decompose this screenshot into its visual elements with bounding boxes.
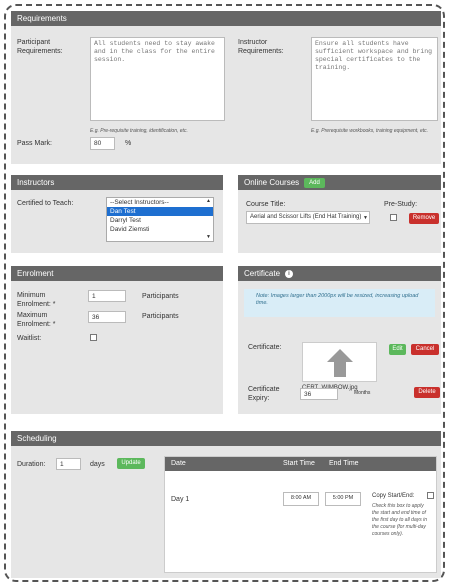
enrolment-title: Enrolment (17, 269, 54, 278)
certificate-info-alert: Note: Images larger than 2000px will be … (244, 289, 435, 317)
pre-study-label: Pre-Study: (384, 201, 418, 208)
instructor-requirements-hint: E.g. Prerequisite workbooks, training eq… (311, 128, 429, 134)
participant-requirements-input[interactable]: All students need to stay awake and in t… (90, 37, 225, 121)
instructor-requirements-input[interactable]: Ensure all students have sufficient work… (311, 37, 438, 121)
certificate-title: Certificate (244, 269, 281, 278)
requirements-header: Requirements (11, 11, 441, 26)
start-time-input[interactable]: 8:00 AM (283, 492, 319, 506)
copy-start-end-checkbox[interactable] (427, 492, 434, 499)
instructor-option[interactable]: --Select Instructors-- (107, 198, 213, 207)
update-duration-button[interactable]: Update (117, 458, 145, 469)
enrolment-header: Enrolment (11, 266, 223, 281)
instructor-option-selected[interactable]: Dan Test (107, 207, 213, 216)
duration-input[interactable]: 1 (56, 458, 81, 470)
column-end-time: End Time (329, 460, 359, 467)
participant-requirements-hint: E.g. Pre-requisite training, identificat… (90, 128, 188, 134)
instructor-option[interactable]: Darryl Test (107, 216, 213, 225)
pre-study-checkbox[interactable] (390, 214, 397, 221)
course-title-value: Aerial and Scissor Lifts (End Hat Traini… (250, 214, 362, 220)
certificate-panel: Certificate i Note: Images larger than 2… (238, 266, 441, 414)
waitlist-label: Waitlist: (17, 335, 42, 342)
scheduling-panel: Scheduling Duration: 1 days Update Date … (11, 431, 441, 578)
listbox-scroll-up-icon[interactable]: ▲ (206, 197, 211, 206)
remove-course-button[interactable]: Remove (409, 213, 439, 224)
instructor-requirements-label: Instructor Requirements: (238, 39, 284, 55)
certificate-image-preview (302, 342, 377, 382)
edit-certificate-button[interactable]: Edit (389, 344, 406, 355)
certificate-expiry-unit: Months (354, 390, 371, 396)
maximum-enrolment-unit: Participants (142, 313, 179, 320)
schedule-table-header: Date Start Time End Time (165, 457, 436, 471)
certificate-header: Certificate i (238, 266, 441, 281)
certificate-label: Certificate: (248, 344, 282, 351)
scheduling-title: Scheduling (17, 434, 57, 443)
instructors-listbox[interactable]: --Select Instructors-- Dan Test Darryl T… (106, 197, 214, 242)
enrolment-panel: Enrolment Minimum Enrolment: * 1 Partici… (11, 266, 223, 414)
duration-label: Duration: (17, 461, 46, 468)
duration-unit: days (90, 461, 105, 468)
course-title-label: Course Title: (246, 201, 286, 208)
info-icon[interactable]: i (285, 269, 294, 278)
online-courses-title: Online Courses (244, 178, 300, 187)
minimum-enrolment-label: Minimum Enrolment: * (17, 292, 56, 308)
chevron-down-icon[interactable]: ▼ (363, 214, 368, 223)
waitlist-checkbox[interactable] (90, 334, 97, 341)
instructors-title: Instructors (17, 178, 55, 187)
requirements-title: Requirements (17, 14, 67, 23)
certified-to-teach-label: Certified to Teach: (17, 200, 74, 207)
maximum-enrolment-label: Maximum Enrolment: * (17, 312, 56, 328)
instructor-option[interactable]: David Ziemsti (107, 225, 213, 234)
online-courses-panel: Online Courses Add Course Title: Aerial … (238, 175, 441, 253)
listbox-scroll-down-icon[interactable]: ▼ (206, 233, 211, 242)
maximum-enrolment-input[interactable]: 36 (88, 311, 126, 323)
requirements-panel: Requirements Participant Requirements: A… (11, 11, 441, 164)
add-course-button[interactable]: Add (304, 177, 325, 188)
cancel-certificate-button[interactable]: Cancel (411, 344, 439, 355)
certificate-expiry-input[interactable]: 36 (300, 388, 338, 400)
scheduling-header: Scheduling (11, 431, 441, 446)
image-placeholder-icon (327, 349, 353, 377)
end-time-input[interactable]: 5:00 PM (325, 492, 361, 506)
delete-certificate-button[interactable]: Delete (414, 387, 440, 398)
certificate-info-text: Note: Images larger than 2000px will be … (256, 293, 419, 306)
column-date: Date (171, 460, 186, 467)
online-courses-header: Online Courses Add (238, 175, 441, 190)
certificate-expiry-label: Certificate Expiry: (248, 386, 280, 402)
course-title-select[interactable]: Aerial and Scissor Lifts (End Hat Traini… (246, 211, 370, 224)
pass-mark-label: Pass Mark: (17, 140, 53, 147)
minimum-enrolment-input[interactable]: 1 (88, 290, 126, 302)
instructors-header: Instructors (11, 175, 223, 190)
copy-start-end-help: Check this box to apply the start and en… (372, 503, 428, 537)
instructors-panel: Instructors Certified to Teach: --Select… (11, 175, 223, 253)
copy-start-end-label: Copy Start/End: (372, 493, 415, 499)
pass-mark-input[interactable]: 80 (90, 137, 115, 150)
participant-requirements-label: Participant Requirements: (17, 39, 63, 55)
pass-mark-unit: % (125, 140, 132, 147)
schedule-table: Date Start Time End Time Day 1 8:00 AM 5… (164, 456, 437, 573)
schedule-row-day: Day 1 (171, 496, 190, 503)
minimum-enrolment-unit: Participants (142, 293, 179, 300)
column-start-time: Start Time (283, 460, 315, 467)
